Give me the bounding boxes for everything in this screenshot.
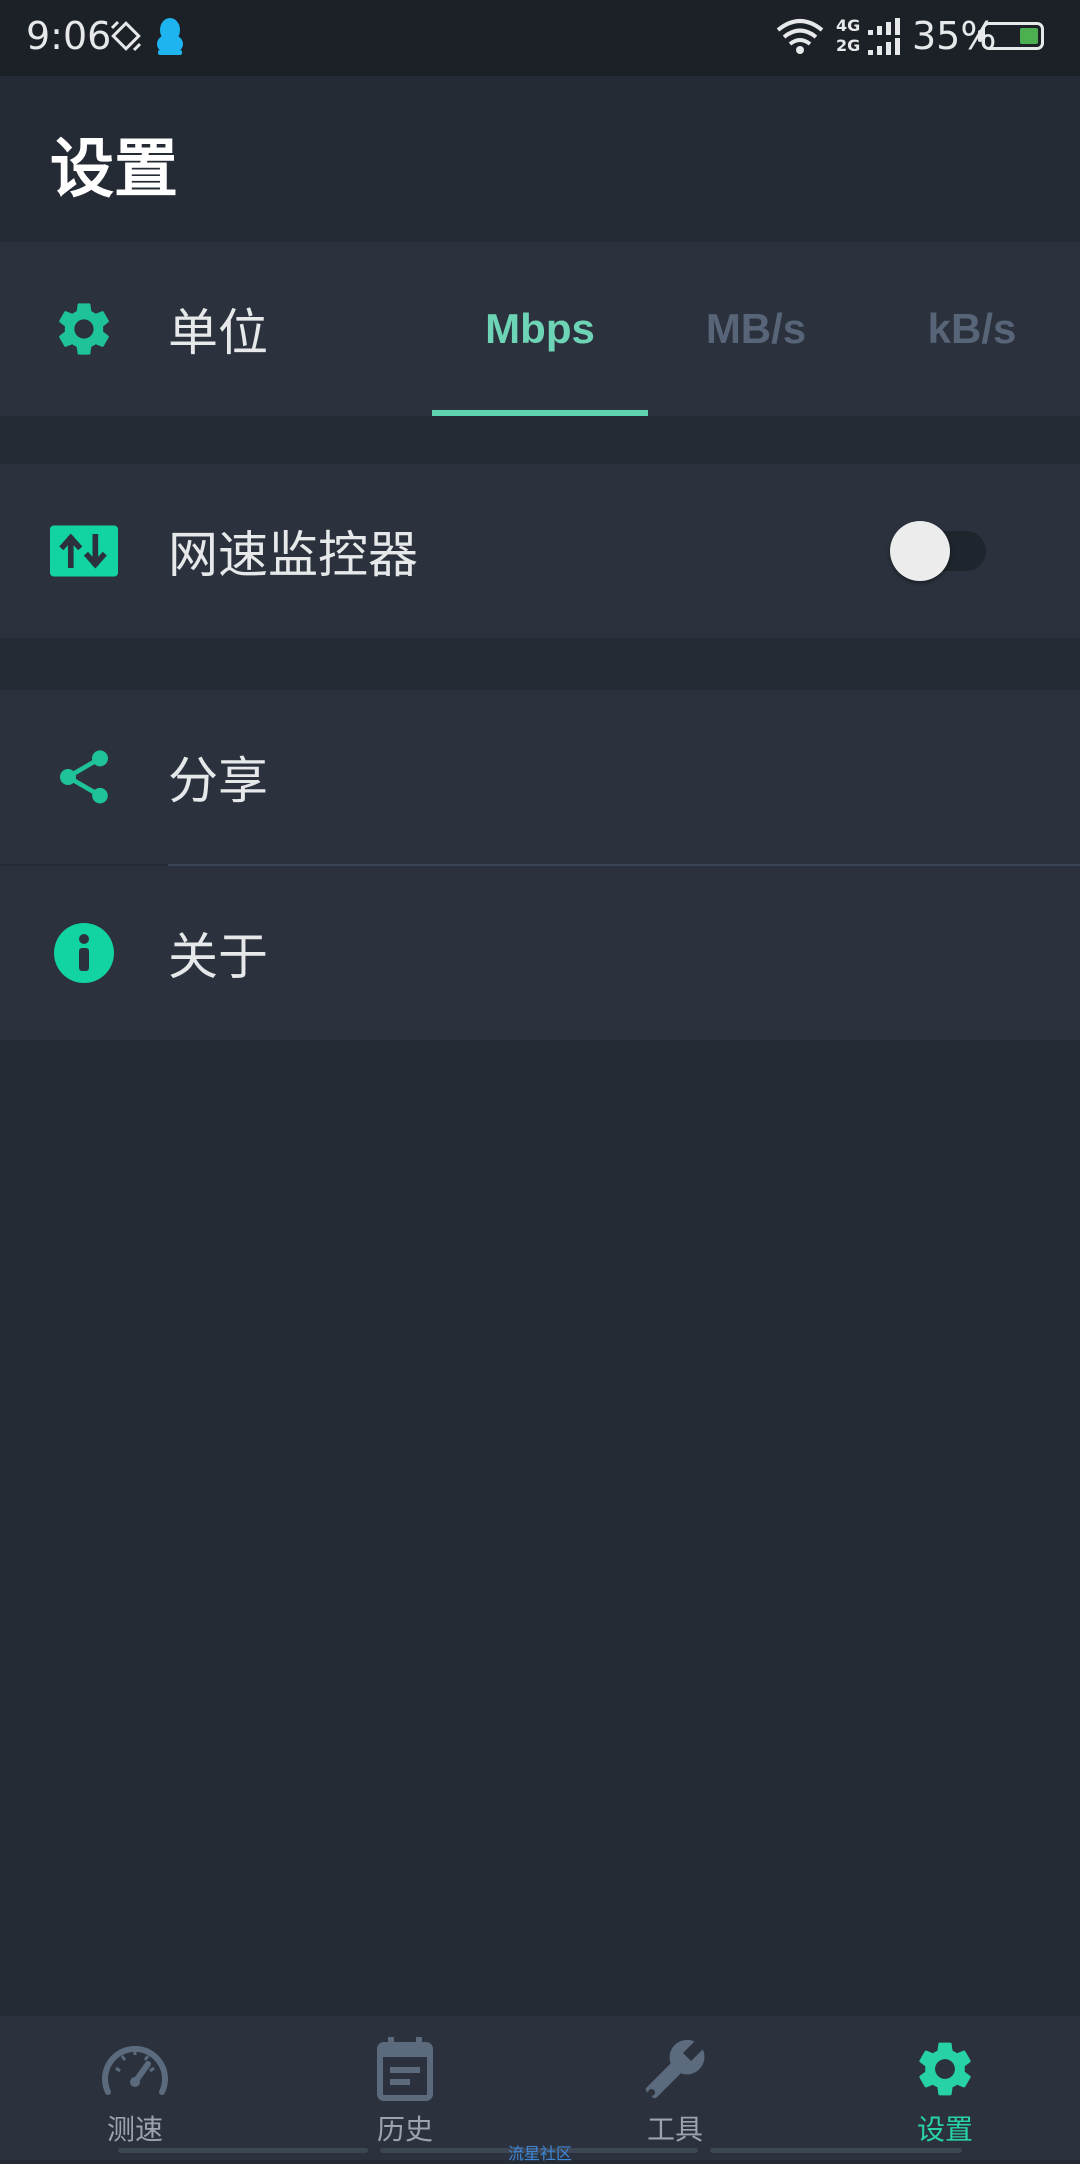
signal-icon	[868, 18, 902, 60]
unit-tab-kbytes[interactable]: kB/s	[864, 242, 1080, 416]
network-type-top: 4G	[836, 16, 861, 35]
unit-label: 单位	[168, 304, 268, 362]
share-label: 分享	[168, 752, 268, 810]
nav-speedtest[interactable]: 测速	[0, 2016, 270, 2160]
network-type-bottom: 2G	[836, 36, 861, 55]
unit-tab-indicator	[432, 410, 648, 416]
app-header: 设置	[0, 76, 1080, 242]
watermark: 流星社区	[507, 2144, 572, 2163]
status-time: 9:06	[26, 14, 112, 58]
battery-fill	[1020, 28, 1038, 44]
speedometer-icon	[99, 2036, 171, 2102]
about-label: 关于	[168, 928, 268, 986]
status-bar: 9:06 4G 2G 35%	[0, 0, 1080, 76]
page-title: 设置	[50, 133, 178, 207]
speed-monitor-icon	[50, 517, 118, 585]
nav-settings[interactable]: 设置	[810, 2016, 1080, 2160]
network-type: 4G 2G	[836, 16, 860, 56]
monitor-toggle[interactable]	[890, 521, 986, 581]
share-row[interactable]: 分享	[0, 690, 1080, 864]
battery-icon	[982, 22, 1044, 50]
share-icon	[50, 743, 118, 811]
wrench-icon	[639, 2036, 711, 2102]
unit-tab-mbps[interactable]: Mbps	[432, 242, 648, 416]
unit-tabs: Mbps MB/s kB/s	[432, 242, 1080, 416]
monitor-label: 网速监控器	[168, 526, 418, 584]
unit-tab-mbytes[interactable]: MB/s	[648, 242, 864, 416]
unit-setting-row: 单位 Mbps MB/s kB/s	[0, 242, 1080, 416]
nav-history[interactable]: 历史	[270, 2016, 540, 2160]
calendar-icon	[369, 2036, 441, 2102]
auto-rotate-icon	[108, 18, 144, 58]
qq-icon	[154, 16, 186, 60]
gear-icon	[50, 295, 118, 363]
nav-tools[interactable]: 工具	[540, 2016, 810, 2160]
gear-icon	[909, 2036, 981, 2102]
about-row[interactable]: 关于	[0, 866, 1080, 1040]
info-icon	[50, 919, 118, 987]
bottom-nav: 测速 历史 工具 设置	[0, 2016, 1080, 2160]
monitor-setting-row[interactable]: 网速监控器	[0, 464, 1080, 638]
toggle-thumb	[890, 521, 950, 581]
wifi-icon	[776, 18, 824, 58]
